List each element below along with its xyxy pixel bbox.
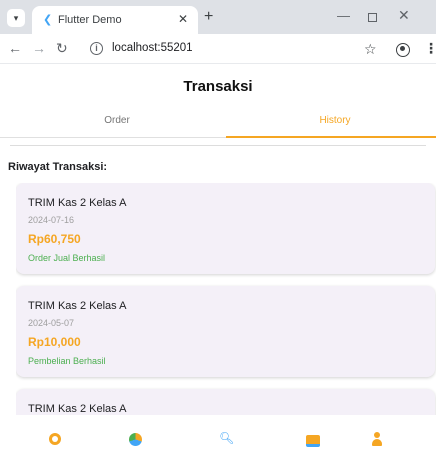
window-close-icon[interactable]: ✕: [398, 7, 410, 24]
chart-icon[interactable]: [128, 431, 148, 451]
star-icon[interactable]: ☆: [364, 41, 377, 58]
transaction-title: TRIM Kas 2 Kelas A: [28, 197, 127, 209]
profile-icon[interactable]: [369, 431, 389, 451]
forward-icon[interactable]: →: [32, 40, 46, 56]
browser-tab[interactable]: ❮ Flutter Demo ✕: [32, 6, 198, 34]
tab-history[interactable]: History: [226, 106, 436, 138]
kebab-menu-icon[interactable]: ⋮: [424, 40, 436, 57]
divider: [10, 145, 426, 146]
minimize-icon[interactable]: —: [337, 8, 350, 23]
back-icon[interactable]: ←: [8, 40, 22, 56]
tab-order[interactable]: Order: [8, 106, 226, 138]
flutter-icon: ❮: [43, 14, 53, 26]
transaction-status: Pembelian Berhasil: [28, 356, 106, 366]
transaction-card[interactable]: TRIM Kas 2 Kelas A 2024-05-07 Rp10,000 P…: [16, 286, 435, 377]
search-icon[interactable]: 🔍︎: [219, 431, 239, 451]
close-icon[interactable]: ✕: [178, 12, 188, 26]
url-text: localhost:55201: [112, 42, 193, 54]
transaction-amount: Rp10,000: [28, 335, 81, 349]
maximize-icon[interactable]: [368, 13, 377, 22]
url-input[interactable]: i localhost:55201: [82, 38, 382, 60]
reload-icon[interactable]: ↻: [56, 40, 68, 57]
page-title: Transaksi: [183, 78, 253, 95]
transaction-amount: Rp60,750: [28, 232, 81, 246]
info-icon[interactable]: i: [90, 42, 103, 55]
wallet-icon[interactable]: [305, 431, 325, 451]
home-icon[interactable]: [47, 431, 67, 451]
tab-title: Flutter Demo: [58, 14, 122, 26]
transaction-title: TRIM Kas 2 Kelas A: [28, 403, 127, 415]
tab-search-icon[interactable]: ▾: [7, 9, 25, 27]
bottom-navigation: 🔍︎: [0, 415, 436, 464]
transaction-date: 2024-05-07: [28, 318, 75, 328]
transaction-card[interactable]: TRIM Kas 2 Kelas A 2024-07-16 Rp60,750 O…: [16, 183, 435, 274]
tab-bar: Order History: [0, 106, 436, 138]
section-title: Riwayat Transaksi:: [8, 161, 108, 173]
transaction-title: TRIM Kas 2 Kelas A: [28, 300, 127, 312]
transaction-status: Order Jual Berhasil: [28, 253, 106, 263]
browser-tab-strip: ▾ ❮ Flutter Demo ✕ + — ✕: [0, 0, 436, 34]
address-bar: ← → ↻ i localhost:55201 ☆ ⋮: [0, 34, 436, 64]
new-tab-icon[interactable]: +: [204, 8, 213, 26]
account-icon[interactable]: [396, 43, 410, 57]
transaction-date: 2024-07-16: [28, 215, 75, 225]
transaction-card[interactable]: TRIM Kas 2 Kelas A 2024-04-08: [16, 389, 435, 415]
transaction-list[interactable]: TRIM Kas 2 Kelas A 2024-07-16 Rp60,750 O…: [16, 183, 436, 415]
